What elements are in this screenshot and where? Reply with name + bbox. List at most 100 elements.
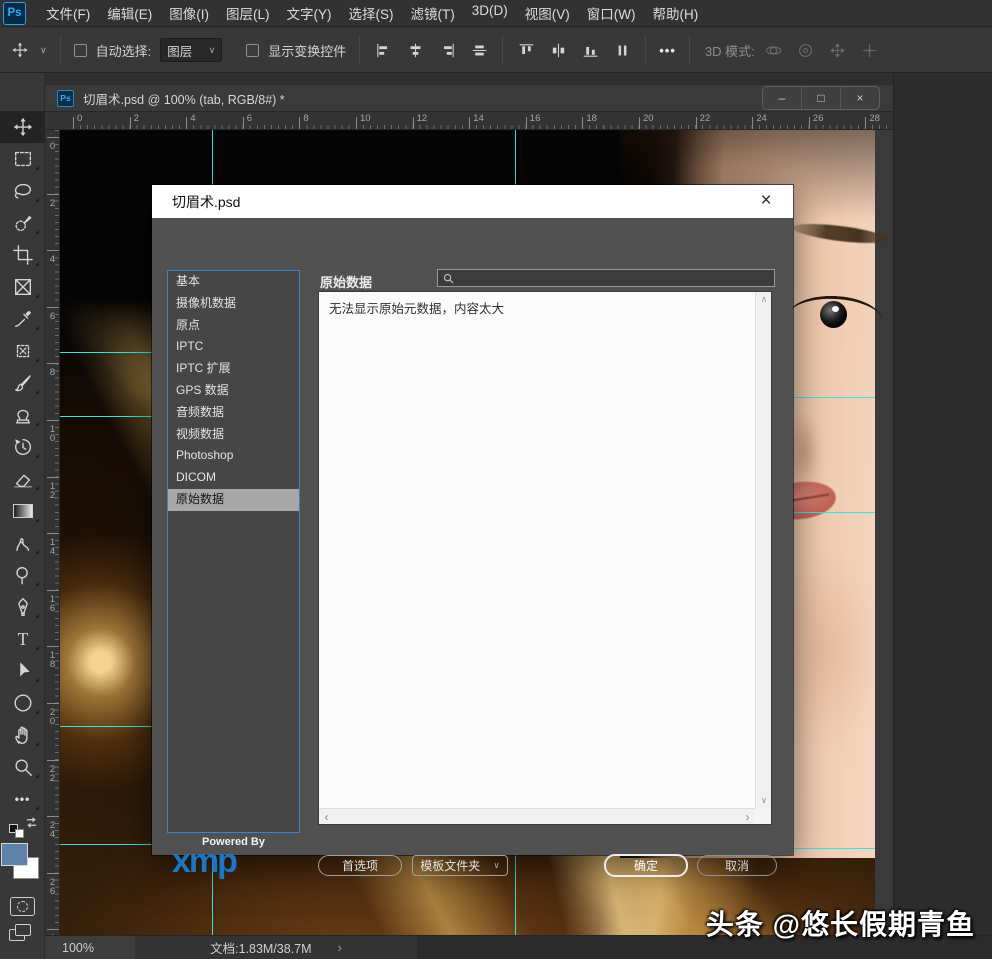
vertical-ruler[interactable]: 0246810121416182022242628 xyxy=(45,130,60,935)
scroll-right-icon[interactable]: › xyxy=(740,809,755,825)
chevron-down-icon: ∨ xyxy=(493,860,500,871)
dodge-tool-button[interactable] xyxy=(0,559,45,591)
guide-line[interactable] xyxy=(793,848,875,849)
guide-line[interactable] xyxy=(793,512,875,513)
metadata-category-6[interactable]: 音频数据 xyxy=(168,402,299,424)
divider xyxy=(645,35,646,65)
3d-orbit-icon[interactable] xyxy=(764,40,784,60)
metadata-category-5[interactable]: GPS 数据 xyxy=(168,380,299,402)
menu-item-filter[interactable]: 滤镜(T) xyxy=(411,3,455,23)
distribute-vertical-centers-icon[interactable] xyxy=(612,40,632,60)
scroll-down-icon[interactable]: ∨ xyxy=(756,793,772,808)
align-vertical-centers-icon[interactable] xyxy=(469,40,489,60)
menu-item-view[interactable]: 视图(V) xyxy=(525,3,570,23)
menu-item-layer[interactable]: 图层(L) xyxy=(226,3,270,23)
show-transform-checkbox[interactable] xyxy=(246,44,259,57)
dialog-title-bar[interactable]: 切眉术.psd × xyxy=(152,185,793,218)
crop-tool-button[interactable] xyxy=(0,239,45,271)
swap-colors-button[interactable] xyxy=(0,815,45,841)
auto-select-target-dropdown[interactable]: 图层 ∨ xyxy=(160,38,222,62)
scroll-up-icon[interactable]: ∧ xyxy=(756,292,772,307)
metadata-category-0[interactable]: 基本 xyxy=(168,271,299,293)
horizontal-scrollbar[interactable]: ‹ › xyxy=(319,808,755,824)
type-tool-button[interactable]: T xyxy=(0,623,45,655)
lasso-tool-button[interactable] xyxy=(0,175,45,207)
menu-item-edit[interactable]: 编辑(E) xyxy=(107,3,152,23)
guide-line[interactable] xyxy=(793,397,875,398)
align-top-edges-icon[interactable] xyxy=(516,40,536,60)
menu-item-image[interactable]: 图像(I) xyxy=(169,3,209,23)
maximize-button[interactable]: □ xyxy=(802,87,841,109)
align-bottom-edges-icon[interactable] xyxy=(580,40,600,60)
metadata-category-8[interactable]: Photoshop xyxy=(168,445,299,467)
zoom-level-field[interactable]: 100% xyxy=(45,936,135,959)
smudge-tool-button[interactable] xyxy=(0,527,45,559)
ruler-tick xyxy=(47,646,59,647)
3d-roll-icon[interactable] xyxy=(796,40,816,60)
vertical-scrollbar[interactable]: ∧ ∨ xyxy=(755,292,771,808)
raw-data-content[interactable]: 无法显示原始元数据，内容太大 ∧ ∨ ‹ › xyxy=(318,291,772,825)
eyedropper-tool-button[interactable] xyxy=(0,303,45,335)
scroll-left-icon[interactable]: ‹ xyxy=(319,809,334,825)
menu-item-3d[interactable]: 3D(D) xyxy=(472,3,508,23)
menu-item-select[interactable]: 选择(S) xyxy=(349,3,394,23)
align-left-edges-icon[interactable] xyxy=(373,40,393,60)
screen-mode-button[interactable] xyxy=(0,921,44,951)
ruler-number: 10 xyxy=(47,424,57,442)
foreground-color-swatch[interactable] xyxy=(1,843,28,866)
history-brush-tool-button[interactable] xyxy=(0,431,45,463)
align-right-edges-icon[interactable] xyxy=(437,40,457,60)
status-expander-icon[interactable]: › xyxy=(338,940,342,955)
menu-item-type[interactable]: 文字(Y) xyxy=(287,3,332,23)
path-selection-tool-button[interactable] xyxy=(0,655,45,687)
menu-item-help[interactable]: 帮助(H) xyxy=(652,3,698,23)
menu-item-file[interactable]: 文件(F) xyxy=(46,3,90,23)
align-horizontal-centers-icon[interactable] xyxy=(405,40,425,60)
color-swatches[interactable] xyxy=(0,841,45,891)
edit-toolbar-tool-button[interactable]: ••• xyxy=(0,783,45,815)
spot-healing-brush-tool-button[interactable] xyxy=(0,335,45,367)
frame-tool-button[interactable] xyxy=(0,271,45,303)
metadata-category-10[interactable]: 原始数据 xyxy=(168,489,299,511)
metadata-category-4[interactable]: IPTC 扩展 xyxy=(168,358,299,380)
pen-tool-button[interactable] xyxy=(0,591,45,623)
metadata-category-9[interactable]: DICOM xyxy=(168,467,299,489)
menu-item-window[interactable]: 窗口(W) xyxy=(587,3,636,23)
ellipse-shape-tool-button[interactable] xyxy=(0,687,45,719)
current-tool-chip[interactable]: ∨ xyxy=(10,40,47,60)
ok-button[interactable]: 确定 xyxy=(604,854,688,877)
horizontal-ruler[interactable]: 0246810121416182022242628 xyxy=(45,112,893,130)
metadata-search-box[interactable] xyxy=(437,269,775,287)
metadata-category-2[interactable]: 原点 xyxy=(168,315,299,337)
quick-mask-button[interactable] xyxy=(0,891,44,921)
watermark-text: 头条 @悠长假期青鱼 xyxy=(706,903,975,943)
metadata-category-1[interactable]: 摄像机数据 xyxy=(168,293,299,315)
dialog-close-button[interactable]: × xyxy=(754,189,778,213)
brush-tool-button[interactable] xyxy=(0,367,45,399)
hand-tool-button[interactable] xyxy=(0,719,45,751)
close-window-button[interactable]: × xyxy=(841,87,879,109)
metadata-category-7[interactable]: 视频数据 xyxy=(168,424,299,446)
zoom-tool-button[interactable] xyxy=(0,751,45,783)
document-tab-title[interactable]: 切眉术.psd @ 100% (tab, RGB/8#) * xyxy=(83,89,285,108)
quick-selection-tool-button[interactable] xyxy=(0,207,45,239)
auto-select-checkbox[interactable] xyxy=(74,44,87,57)
ruler-number: 14 xyxy=(47,537,57,555)
more-align-options-button[interactable]: ••• xyxy=(659,43,676,58)
eraser-tool-button[interactable] xyxy=(0,463,45,495)
clone-stamp-tool-button[interactable] xyxy=(0,399,45,431)
minimize-button[interactable]: – xyxy=(763,87,802,109)
move-tool-button[interactable] xyxy=(0,111,45,143)
gradient-tool-button[interactable] xyxy=(0,495,45,527)
template-folder-dropdown[interactable]: 模板文件夹 ∨ xyxy=(412,855,508,876)
search-input[interactable] xyxy=(454,271,774,285)
preferences-button[interactable]: 首选项 xyxy=(318,855,402,876)
3d-pan-icon[interactable] xyxy=(828,40,848,60)
metadata-category-3[interactable]: IPTC xyxy=(168,336,299,358)
cancel-button[interactable]: 取消 xyxy=(697,855,777,876)
distribute-horizontal-centers-icon[interactable] xyxy=(548,40,568,60)
rectangular-marquee-tool-button[interactable] xyxy=(0,143,45,175)
3d-slide-icon[interactable] xyxy=(860,40,880,60)
template-folder-label: 模板文件夹 xyxy=(420,857,480,874)
ruler-number: 20 xyxy=(47,707,57,725)
